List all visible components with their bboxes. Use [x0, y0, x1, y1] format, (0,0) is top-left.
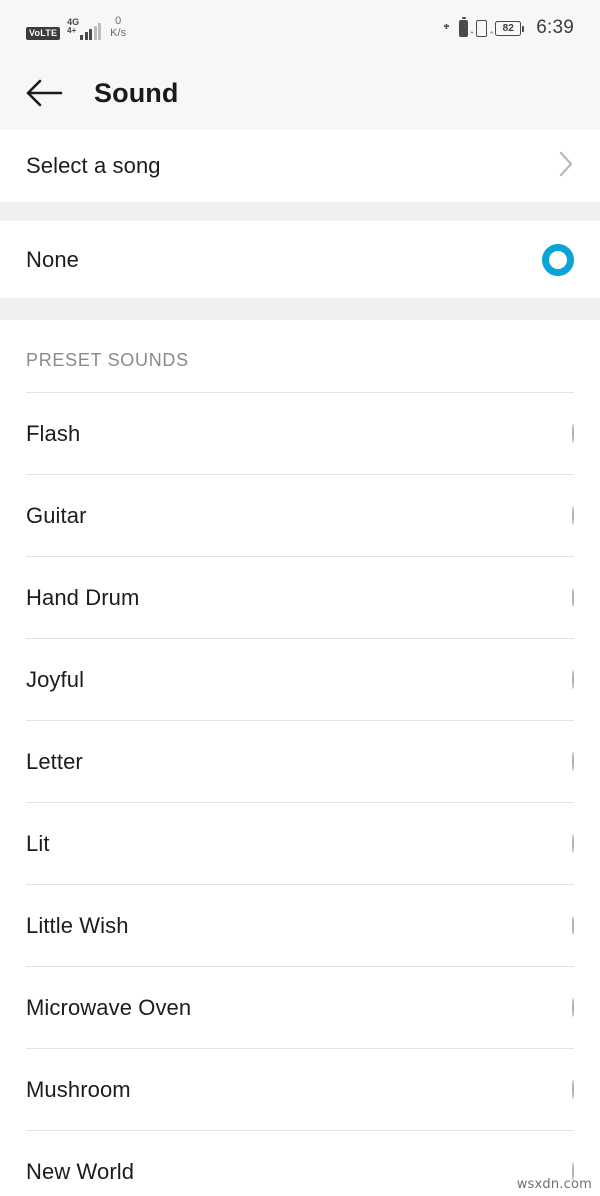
- none-option-label: None: [26, 246, 79, 272]
- network-sub-label: 4+: [67, 25, 77, 35]
- option-row[interactable]: Guitar: [0, 475, 600, 556]
- option-radio-wrap: [572, 833, 574, 853]
- option-radio-wrap: [572, 1079, 574, 1099]
- option-radio-wrap: [572, 915, 574, 935]
- option-radio-wrap: [572, 751, 574, 771]
- signal-bars-icon: [80, 22, 102, 40]
- option-row-none[interactable]: None: [0, 221, 600, 298]
- option-label: Mushroom: [26, 1076, 131, 1102]
- radio-button-unselected-icon[interactable]: [572, 505, 574, 525]
- preset-sounds-list: Flash Guitar Hand Drum Joyful Letter Lit Littl…: [0, 393, 600, 1196]
- watermark: wsxdn.com: [516, 1177, 592, 1192]
- network-signal-indicator: 4G 4+: [67, 17, 102, 40]
- option-row[interactable]: Flash: [0, 393, 600, 474]
- radio-button-unselected-icon[interactable]: [572, 587, 574, 607]
- option-label: Lit: [26, 830, 50, 856]
- select-a-song-right: [558, 150, 574, 183]
- option-row[interactable]: Little Wish: [0, 885, 600, 966]
- option-row[interactable]: Lit: [0, 803, 600, 884]
- option-row[interactable]: New World: [0, 1131, 600, 1196]
- status-bar-left: VoLTE 4G 4+ 0 K/s: [26, 16, 126, 40]
- option-row[interactable]: Letter: [0, 721, 600, 802]
- radio-button-selected-icon[interactable]: [542, 243, 574, 276]
- status-bar: VoLTE 4G 4+ 0 K/s ᛭ ‸ ‸ 82 6:39: [0, 0, 600, 56]
- radio-button-unselected-icon[interactable]: [572, 997, 574, 1017]
- section-gap-1: [0, 202, 600, 221]
- option-label: Microwave Oven: [26, 994, 192, 1020]
- vibrate-right-wave-icon: ‸: [489, 22, 494, 34]
- option-label: New World: [26, 1158, 135, 1184]
- battery-icon: [459, 17, 469, 37]
- option-label: Letter: [26, 748, 83, 774]
- option-label: Little Wish: [26, 912, 129, 938]
- option-radio-wrap: [572, 423, 574, 443]
- vibrate-icon: ‸ ‸: [470, 19, 493, 37]
- select-a-song-row[interactable]: Select a song: [0, 130, 600, 202]
- option-label: Guitar: [26, 502, 87, 528]
- radio-button-unselected-icon[interactable]: [572, 833, 574, 853]
- preset-sounds-section-header: PRESET SOUNDS: [0, 320, 600, 392]
- option-row[interactable]: Microwave Oven: [0, 967, 600, 1048]
- option-radio-wrap: [572, 669, 574, 689]
- data-speed-indicator: 0 K/s: [110, 16, 126, 39]
- status-bar-right: ᛭ ‸ ‸ 82 6:39: [442, 17, 574, 39]
- option-row[interactable]: Mushroom: [0, 1049, 600, 1130]
- radio-button-unselected-icon[interactable]: [572, 1079, 574, 1099]
- option-label: Flash: [26, 420, 81, 446]
- option-radio-wrap: [572, 587, 574, 607]
- radio-button-unselected-icon[interactable]: [572, 423, 574, 443]
- app-bar: Sound: [0, 56, 600, 130]
- battery-percent-badge: 82: [495, 20, 525, 36]
- radio-button-unselected-icon[interactable]: [572, 669, 574, 689]
- chevron-right-icon: [558, 150, 574, 183]
- vibrate-left-wave-icon: ‸: [470, 22, 474, 34]
- select-a-song-label: Select a song: [26, 153, 161, 178]
- bluetooth-icon: ᛭: [441, 19, 452, 36]
- volte-badge: VoLTE: [26, 26, 61, 40]
- preset-sounds-title: PRESET SOUNDS: [26, 350, 189, 370]
- radio-button-unselected-icon[interactable]: [572, 751, 574, 771]
- back-arrow-icon[interactable]: [22, 71, 66, 115]
- option-radio-wrap: [572, 505, 574, 525]
- status-bar-clock: 6:39: [536, 17, 574, 38]
- option-row[interactable]: Hand Drum: [0, 557, 600, 638]
- option-label: Hand Drum: [26, 584, 140, 610]
- section-gap-2: [0, 298, 600, 320]
- radio-button-unselected-icon[interactable]: [572, 915, 574, 935]
- page-title: Sound: [94, 77, 179, 108]
- option-row[interactable]: Joyful: [0, 639, 600, 720]
- option-label: Joyful: [26, 666, 85, 692]
- phone-screen: VoLTE 4G 4+ 0 K/s ᛭ ‸ ‸ 82 6:39 Sound Se…: [0, 0, 600, 1196]
- data-speed-unit: K/s: [110, 27, 127, 39]
- none-option-right: [542, 243, 574, 276]
- option-radio-wrap: [572, 997, 574, 1017]
